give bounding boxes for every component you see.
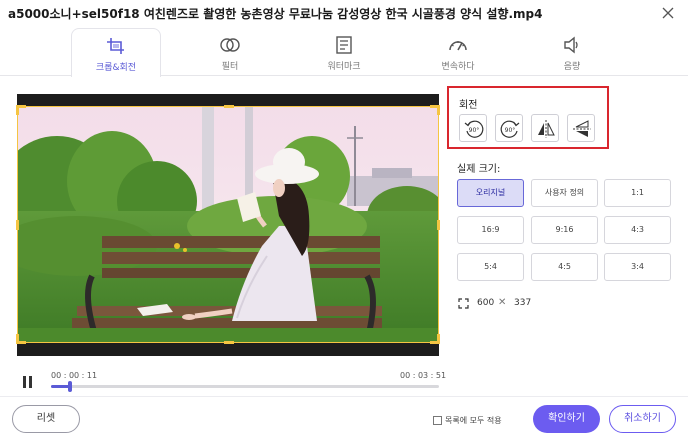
rotate-left-label: 90°: [469, 127, 480, 134]
rotate-left-icon: 90°: [464, 120, 484, 138]
flip-vertical-icon: [573, 120, 591, 137]
aspect-5-4-button[interactable]: 5:4: [457, 253, 524, 281]
flip-vertical-button[interactable]: [567, 114, 595, 142]
crop-handle-bottom-left[interactable]: [16, 334, 26, 344]
crop-handle-bottom-right[interactable]: [430, 334, 440, 344]
volume-icon: [564, 36, 578, 54]
aspect-1-1-button[interactable]: 1:1: [604, 179, 671, 207]
aspect-9-16-button[interactable]: 9:16: [531, 216, 598, 244]
crop-handle-top-left[interactable]: [16, 105, 26, 115]
rotate-right-icon: 90°: [500, 120, 520, 138]
window-title: a5000소니+sel50f18 여친렌즈로 촬영한 농촌영상 무료나눔 감성영…: [8, 7, 543, 21]
tab-crop-rotate[interactable]: 크롭&회전: [71, 28, 161, 77]
resize-icon: [458, 298, 469, 309]
tab-bar: 크롭&회전 필터 워터마크 변속하다 음량: [0, 26, 688, 77]
rotate-right-button[interactable]: 90°: [495, 114, 523, 142]
total-time: 00 : 03 : 51: [400, 371, 447, 380]
aspect-ratio-title: 실제 크기:: [457, 164, 501, 175]
size-width: 600: [477, 298, 495, 308]
size-separator: ✕: [498, 297, 507, 308]
timeline-progress: [51, 385, 70, 388]
pause-icon: [23, 376, 26, 388]
current-time: 00 : 00 : 11: [51, 371, 98, 380]
tab-volume[interactable]: 음량: [527, 28, 617, 76]
close-button[interactable]: [659, 4, 677, 22]
crop-handle-top-right[interactable]: [430, 105, 440, 115]
crop-icon: [107, 38, 124, 54]
close-icon: [662, 7, 674, 19]
tab-label: 변속하다: [441, 62, 475, 72]
crop-handle-left[interactable]: [16, 220, 19, 230]
flip-horizontal-button[interactable]: [531, 114, 559, 142]
filter-icon: [220, 38, 240, 52]
timeline-thumb[interactable]: [67, 381, 72, 392]
aspect-custom-button[interactable]: 사용자 정의: [531, 179, 598, 207]
crop-handle-right[interactable]: [437, 220, 440, 230]
rotate-panel: 회전 90° 90°: [447, 86, 609, 149]
speed-icon: [449, 41, 467, 51]
tab-label: 크롭&회전: [95, 63, 137, 73]
rotate-left-button[interactable]: 90°: [459, 114, 487, 142]
tab-label: 음량: [563, 62, 581, 72]
crop-handle-top[interactable]: [224, 105, 234, 108]
size-height: 337: [514, 298, 532, 308]
aspect-3-4-button[interactable]: 3:4: [604, 253, 671, 281]
checkbox-box[interactable]: [433, 416, 442, 425]
rotate-right-label: 90°: [505, 127, 516, 134]
reset-button[interactable]: 리셋: [12, 405, 80, 433]
footer-bar: 리셋 목록에 모두 적용 확인하기 취소하기: [0, 396, 688, 440]
apply-all-label: 목록에 모두 적용: [445, 416, 502, 425]
aspect-4-3-button[interactable]: 4:3: [604, 216, 671, 244]
tab-watermark[interactable]: 워터마크: [299, 28, 389, 76]
rotate-title: 회전: [459, 100, 478, 111]
tab-filter[interactable]: 필터: [185, 28, 275, 76]
player-controls: 00 : 00 : 11 00 : 03 : 51: [17, 368, 446, 392]
crop-box[interactable]: [16, 105, 440, 344]
aspect-original-button[interactable]: 오리지널: [457, 179, 524, 207]
tab-label: 워터마크: [327, 62, 361, 72]
aspect-4-5-button[interactable]: 4:5: [531, 253, 598, 281]
confirm-button[interactable]: 확인하기: [533, 405, 600, 433]
crop-handle-bottom[interactable]: [224, 341, 234, 344]
watermark-icon: [336, 36, 352, 54]
tab-speed[interactable]: 변속하다: [413, 28, 503, 76]
video-preview: [16, 94, 440, 356]
cancel-button[interactable]: 취소하기: [609, 405, 676, 433]
aspect-16-9-button[interactable]: 16:9: [457, 216, 524, 244]
timeline-slider[interactable]: [51, 381, 439, 392]
pause-button[interactable]: [23, 376, 33, 388]
flip-horizontal-icon: [538, 120, 555, 138]
title-bar: a5000소니+sel50f18 여친렌즈로 촬영한 농촌영상 무료나눔 감성영…: [0, 0, 688, 26]
tab-label: 필터: [221, 62, 239, 72]
